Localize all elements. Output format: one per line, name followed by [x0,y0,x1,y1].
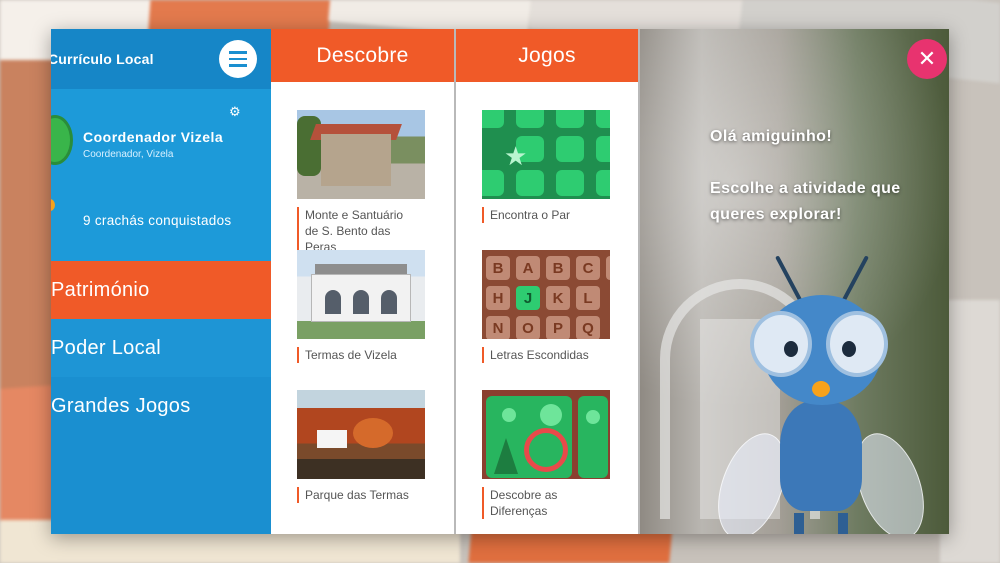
differences-game-image [482,390,610,479]
menu-button[interactable] [219,40,257,78]
badges-count[interactable]: 9 crachás conquistados [83,213,231,228]
discover-card[interactable]: Parque das Termas [297,390,454,530]
chapel-image [297,110,425,199]
prompt-text: Escolhe a atividade que queres explorar! [710,180,901,223]
welcome-message: Olá amiguinho! Escolhe a atividade que q… [710,124,940,254]
park-image [297,390,425,479]
discover-card[interactable]: Termas de Vizela [297,250,454,390]
avatar[interactable] [51,115,73,165]
column-title: Descobre [271,29,454,82]
nav-item-grandes-jogos[interactable]: Grandes Jogos [51,377,271,435]
sidebar-header: Currículo Local [51,29,271,89]
user-subtitle: Coordenador, Vizela [83,149,174,160]
card-label: Termas de Vizela [297,347,419,363]
card-label: Letras Escondidas [482,347,604,363]
star-icon: ★ [504,142,528,172]
hamburger-icon [229,49,247,69]
nav-item-label: Grandes Jogos [51,394,191,417]
memory-game-image: ★ [482,110,610,199]
game-card[interactable]: Descobre as Diferenças [482,390,638,530]
highlight-ring [524,428,568,472]
nav-item-patrimonio[interactable]: Património [51,261,271,319]
discover-column: Descobre Monte e Santuário de S. Bento d… [271,29,456,534]
letters-game-image: BABCD HJKL NOPQ [482,250,610,339]
gear-icon[interactable]: ⚙ [229,105,241,120]
card-label: Descobre as Diferenças [482,487,604,519]
games-column: Jogos ★ Encontra o Par BABCD HJKL NOPQ L… [456,29,640,534]
nav-item-label: Património [51,278,150,301]
fly-mascot [704,251,938,534]
nav-item-poder-local[interactable]: Poder Local [51,319,271,377]
activity-menu-panel: Currículo Local ⚙ Coordenador Vizela Coo… [51,29,949,534]
column-title: Jogos [456,29,638,82]
badge-icon [51,199,55,211]
app-title: Currículo Local [51,51,154,67]
sidebar: Currículo Local ⚙ Coordenador Vizela Coo… [51,29,271,534]
game-card[interactable]: BABCD HJKL NOPQ Letras Escondidas [482,250,638,390]
discover-card[interactable]: Monte e Santuário de S. Bento das Peras [297,110,454,255]
user-name: Coordenador Vizela [83,129,224,145]
game-card[interactable]: ★ Encontra o Par [482,110,638,250]
close-button[interactable]: ✕ [907,39,947,79]
spa-building-image [297,250,425,339]
card-label: Monte e Santuário de S. Bento das Peras [297,207,419,255]
card-label: Encontra o Par [482,207,604,223]
user-profile: ⚙ Coordenador Vizela Coordenador, Vizela… [51,89,271,261]
card-label: Parque das Termas [297,487,419,503]
greeting-text: Olá amiguinho! [710,128,833,145]
close-icon: ✕ [917,46,937,72]
nav-item-label: Poder Local [51,336,162,359]
welcome-panel: Olá amiguinho! Escolhe a atividade que q… [640,29,949,534]
